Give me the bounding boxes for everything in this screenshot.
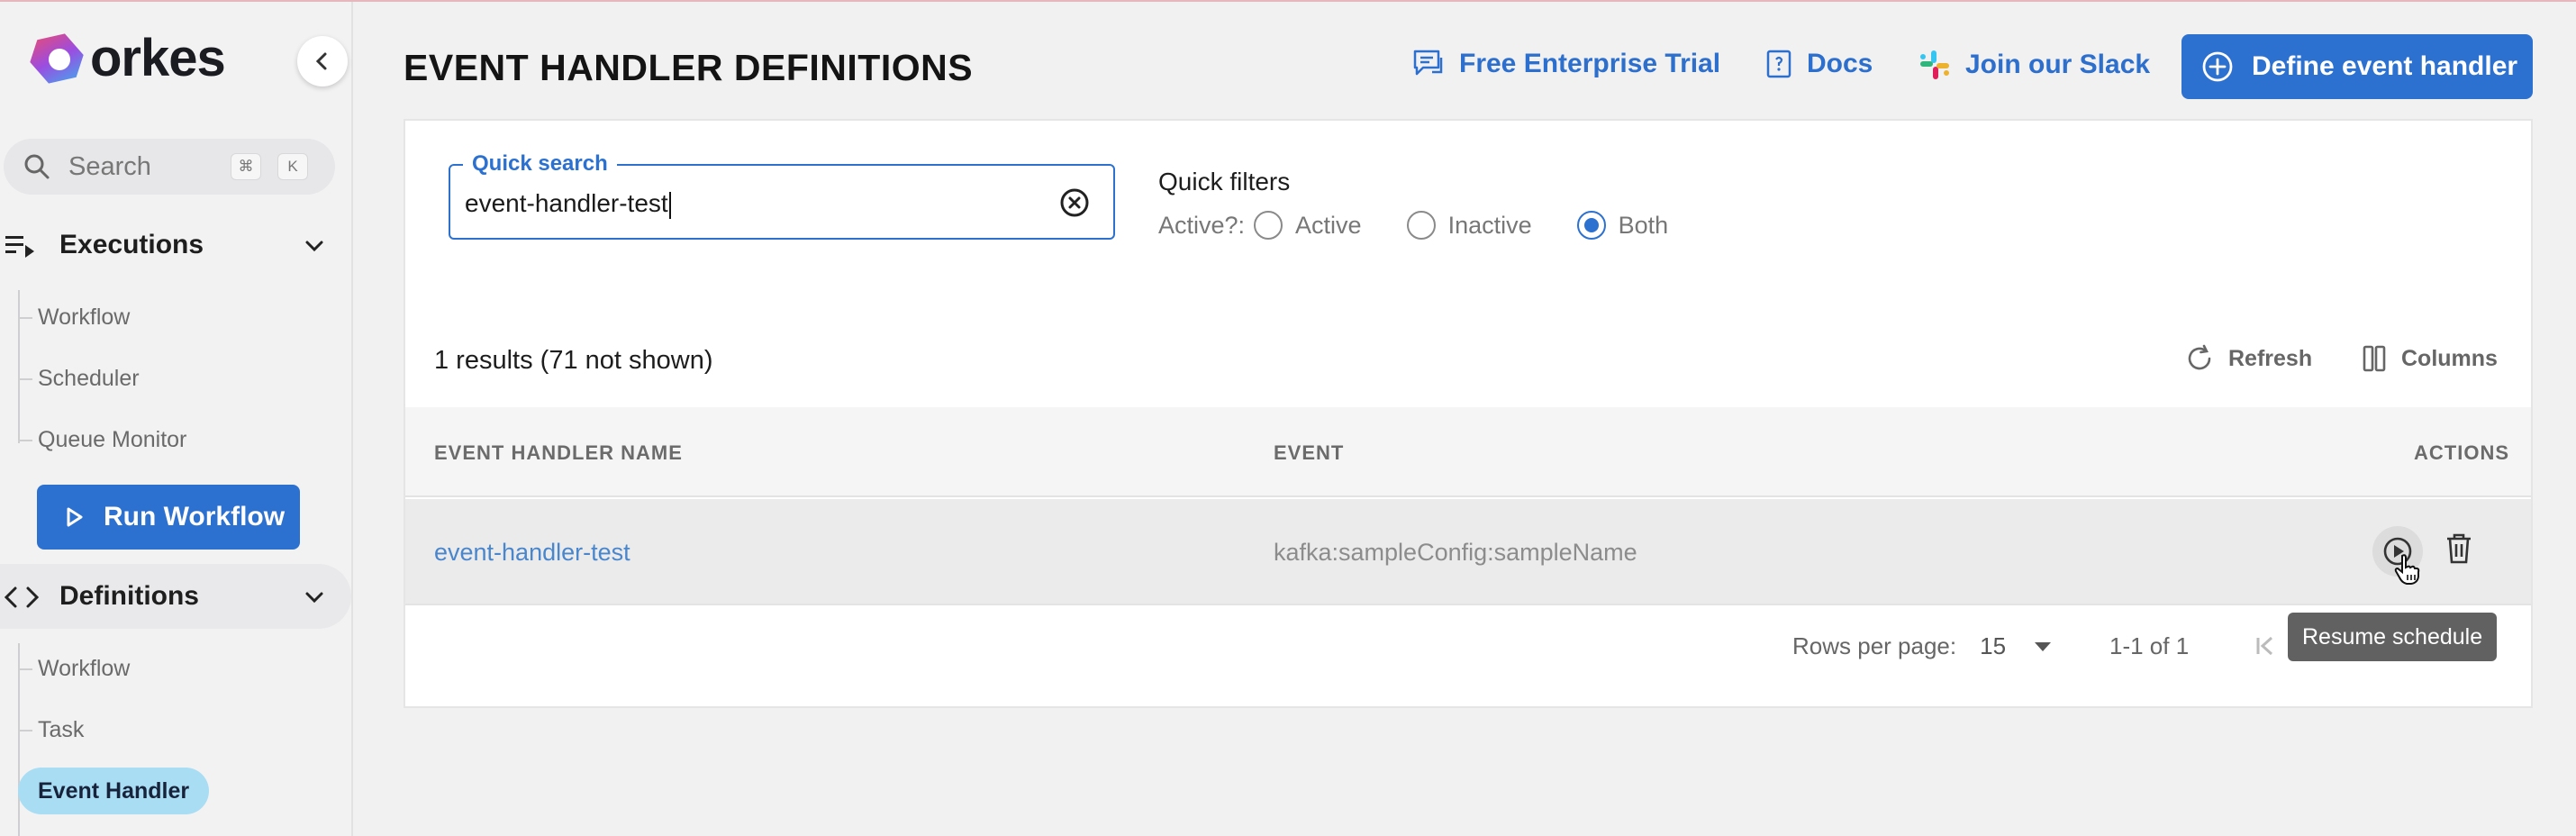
chevron-down-icon	[305, 241, 323, 252]
refresh-button[interactable]: Refresh	[2185, 344, 2312, 373]
chevron-down-icon	[305, 592, 323, 604]
event-handler-card: Quick search event-handler-test Quick fi…	[404, 119, 2533, 708]
search-icon	[24, 154, 50, 179]
executions-icon	[5, 236, 34, 258]
refresh-icon	[2188, 344, 2211, 370]
column-header-actions: ACTIONS	[2414, 441, 2509, 464]
nav-section-definitions[interactable]: Definitions	[0, 564, 351, 629]
brand-name: orkes	[90, 29, 226, 87]
active-filter-group: Active?: Active Inactive Both	[1158, 211, 1668, 240]
docs-label: Docs	[1807, 49, 1873, 78]
quick-search-input[interactable]: Quick search event-handler-test	[449, 151, 1115, 240]
quick-filters-title: Quick filters	[1158, 168, 1291, 195]
sidebar: orkes Search ⌘ K Executions Workflow Sch…	[0, 2, 353, 836]
first-page-icon[interactable]	[2252, 632, 2279, 659]
results-summary: 1 results (71 not shown)	[434, 346, 713, 375]
sidebar-item-event-handler[interactable]: Event Handler	[18, 768, 210, 814]
event-handler-name-link[interactable]: event-handler-test	[434, 539, 630, 567]
pagination-range: 1-1 of 1	[2109, 632, 2190, 659]
chevron-left-icon	[315, 52, 327, 70]
radio-inactive-label[interactable]: Inactive	[1448, 212, 1532, 240]
sidebar-search[interactable]: Search ⌘ K	[4, 139, 335, 195]
event-cell: kafka:sampleConfig:sampleName	[1274, 539, 1637, 566]
chat-icon	[1413, 50, 1443, 76]
refresh-label: Refresh	[2228, 345, 2313, 371]
shortcut-key-cmd: ⌘	[231, 153, 261, 180]
sidebar-item-task[interactable]: Task	[18, 712, 84, 748]
docs-link[interactable]: Docs	[1765, 49, 1873, 79]
resume-schedule-tooltip: Resume schedule	[2288, 613, 2498, 661]
radio-inactive[interactable]	[1406, 211, 1436, 240]
quick-search-value: event-handler-test	[465, 189, 671, 219]
join-slack-label: Join our Slack	[1965, 50, 2151, 79]
columns-icon	[2363, 345, 2386, 372]
hand-cursor-icon	[2394, 554, 2420, 585]
sidebar-item-queue-monitor[interactable]: Queue Monitor	[18, 422, 186, 458]
rows-per-page-label: Rows per page:	[1792, 632, 1957, 659]
columns-button[interactable]: Columns	[2362, 344, 2498, 373]
trash-icon	[2447, 533, 2471, 564]
text-caret	[668, 191, 671, 219]
sidebar-item-workflow-executions[interactable]: Workflow	[18, 299, 130, 335]
radio-active-label[interactable]: Active	[1295, 212, 1362, 240]
nav-section-label: Executions	[59, 230, 204, 259]
search-placeholder: Search	[68, 151, 151, 181]
logo[interactable]: orkes	[27, 29, 226, 88]
active-filter-label: Active?:	[1158, 211, 1246, 239]
shortcut-key-k: K	[277, 153, 308, 180]
table-header: EVENT HANDLER NAME EVENT ACTIONS	[405, 407, 2531, 497]
define-event-handler-button[interactable]: Define event handler	[2181, 34, 2533, 99]
delete-button[interactable]	[2444, 532, 2473, 570]
column-header-name[interactable]: EVENT HANDLER NAME	[434, 441, 683, 465]
radio-active[interactable]	[1254, 211, 1283, 240]
quick-search-legend: Quick search	[463, 151, 617, 177]
play-icon	[67, 507, 83, 527]
code-icon	[4, 586, 40, 608]
rows-per-page-control: Rows per page: 15	[1792, 632, 2053, 660]
radio-both[interactable]	[1576, 211, 1606, 240]
quick-search-text: event-handler-test	[465, 189, 668, 217]
nav-section-executions[interactable]: Executions	[0, 213, 351, 277]
table-row[interactable]: event-handler-test kafka:sampleConfig:sa…	[405, 499, 2531, 605]
nav-section-label: Definitions	[59, 581, 199, 611]
docs-icon	[1766, 50, 1791, 78]
sidebar-item-workflow-definitions[interactable]: Workflow	[18, 650, 130, 686]
join-slack-link[interactable]: Join our Slack	[1918, 49, 2150, 81]
add-circle-icon	[2202, 51, 2233, 82]
slack-icon	[1920, 50, 1949, 79]
rows-per-page-select[interactable]: 15	[1980, 632, 2006, 660]
run-workflow-label: Run Workflow	[104, 502, 286, 532]
free-enterprise-trial-link[interactable]: Free Enterprise Trial	[1412, 49, 1720, 79]
radio-both-label[interactable]: Both	[1619, 212, 1669, 240]
free-enterprise-trial-label: Free Enterprise Trial	[1459, 49, 1721, 78]
define-event-handler-label: Define event handler	[2252, 51, 2518, 81]
page-title: EVENT HANDLER DEFINITIONS	[404, 47, 974, 88]
orkes-logo-icon	[27, 29, 86, 88]
dropdown-arrow-icon[interactable]	[2033, 641, 2053, 653]
column-header-event[interactable]: EVENT	[1274, 441, 1344, 465]
sidebar-item-scheduler[interactable]: Scheduler	[18, 360, 140, 396]
columns-label: Columns	[2401, 345, 2498, 371]
run-workflow-button[interactable]: Run Workflow	[37, 485, 300, 550]
clear-search-icon[interactable]	[1059, 187, 1090, 218]
collapse-sidebar-button[interactable]	[297, 36, 348, 86]
